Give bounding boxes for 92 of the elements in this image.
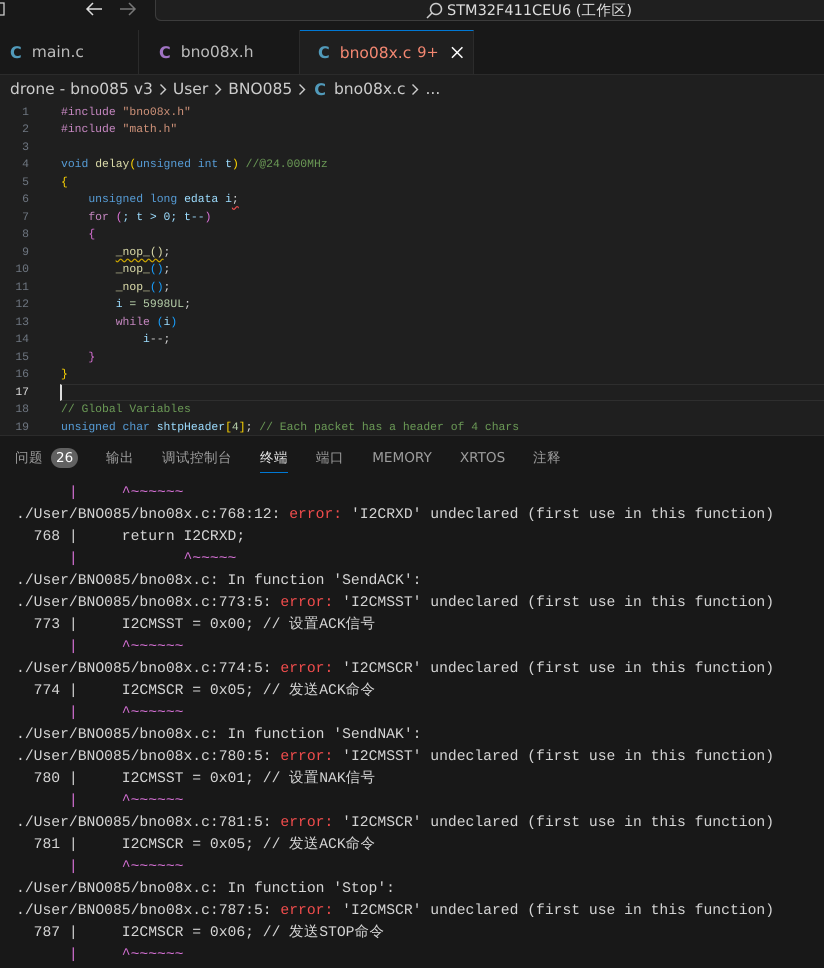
terminal-line: | ^~~~~~~ <box>68 704 184 723</box>
code-line: while (i) <box>114 316 178 331</box>
workspace-title: STM32F411CEU6 (工作区) <box>447 2 632 20</box>
line-number: 1 <box>21 106 29 119</box>
close-icon[interactable] <box>450 46 463 59</box>
terminal-line: ./User/BNO085/bno08x.c: In function 'Stop': <box>16 880 396 899</box>
code-line: i--; <box>142 332 172 348</box>
code-line: } <box>61 368 69 384</box>
terminal-line: 774 | I2CMSCR = 0x05; // 发送ACK命令 <box>32 681 377 701</box>
panel-tab[interactable]: 问题 <box>15 443 43 473</box>
code-line: i = 5998UL; <box>114 298 192 314</box>
code-line: // Global Variables <box>61 402 192 418</box>
line-number: 16 <box>14 369 29 382</box>
editor-tab[interactable]: C bno08x.c 9+ <box>300 30 474 74</box>
breadcrumb-item[interactable]: bno08x.c <box>334 80 406 98</box>
terminal-line: | ^~~~~~~ <box>68 792 184 811</box>
c-file-icon: C <box>314 80 326 98</box>
line-number: 17 <box>14 386 29 399</box>
line-number: 10 <box>14 264 29 276</box>
line-number: 4 <box>21 159 29 172</box>
code-line: void delay(unsigned int t) //@24.000MHz <box>61 158 329 174</box>
breadcrumb-item[interactable]: drone - bno085 v3 <box>10 80 153 98</box>
terminal-line: | ^~~~~~~ <box>68 638 184 657</box>
line-number: 5 <box>21 176 29 189</box>
breadcrumb-item[interactable]: User <box>172 80 208 98</box>
code-line: _nop_(); <box>114 262 172 278</box>
panel-tab[interactable]: 终端 <box>260 443 288 473</box>
panel-tab[interactable]: MEMORY <box>372 444 432 472</box>
chevron-right-icon <box>411 82 420 96</box>
line-number: 9 <box>21 246 29 259</box>
chevron-right-icon <box>214 82 222 96</box>
line-number: 11 <box>14 282 29 294</box>
terminal-line: ./User/BNO085/bno08x.c:787:5: error: 'I2CMSCR' undeclared (first use in this function) <box>16 902 776 921</box>
tab-label: bno08x.h <box>180 43 254 61</box>
code-line: #include "bno08x.h" <box>61 106 192 121</box>
problem-count-badge: 26 <box>51 448 78 468</box>
line-number: 7 <box>21 212 29 224</box>
terminal-line: 780 | I2CMSST = 0x01; // 设置NAK信号 <box>32 769 377 789</box>
terminal-line: | ^~~~~~~ <box>68 484 184 503</box>
c-file-icon: C <box>10 42 22 62</box>
editor-tab[interactable]: C main.c <box>0 30 139 74</box>
line-number: 14 <box>14 334 29 346</box>
code-line: _nop_(); <box>114 280 172 296</box>
tab-label: bno08x.c <box>340 44 412 62</box>
c-file-icon: C <box>318 43 330 62</box>
terminal-line: ./User/BNO085/bno08x.c:781:5: error: 'I2CMSCR' undeclared (first use in this function) <box>16 814 776 833</box>
terminal-line: ./User/BNO085/bno08x.c:774:5: error: 'I2CMSCR' undeclared (first use in this function) <box>16 660 776 679</box>
code-line: _nop_(); <box>114 246 172 261</box>
terminal-line: | ^~~~~~~ <box>68 858 184 877</box>
tab-label: main.c <box>32 43 84 61</box>
line-number: 2 <box>21 124 29 136</box>
terminal-line: 773 | I2CMSST = 0x00; // 设置ACK信号 <box>32 615 377 635</box>
breadcrumb-item[interactable]: ... <box>425 80 440 98</box>
line-number: 3 <box>21 142 29 154</box>
terminal-line: 768 | return I2CRXD; <box>32 528 246 547</box>
terminal-line: 787 | I2CMSCR = 0x06; // 发送STOP命令 <box>32 923 386 943</box>
line-number: 13 <box>14 316 29 329</box>
terminal-line: ./User/BNO085/bno08x.c:780:5: error: 'I2CMSST' undeclared (first use in this function) <box>16 748 776 767</box>
line-number: 19 <box>14 422 29 434</box>
terminal-line: | ^~~~~~ <box>68 550 238 569</box>
code-line: { <box>61 176 69 191</box>
panel-tab[interactable]: 端口 <box>316 443 344 473</box>
back-arrow-icon[interactable] <box>85 1 103 17</box>
terminal-line: ./User/BNO085/bno08x.c: In function 'SendNAK': <box>16 726 422 745</box>
code-line: #include "math.h" <box>61 122 178 138</box>
search-icon <box>426 2 443 18</box>
code-line: unsigned char shtpHeader[4]; // Each packet has a header of 4 chars <box>61 420 520 435</box>
problem-count: 9+ <box>417 44 439 60</box>
code-line: unsigned long edata i; <box>87 192 240 208</box>
line-number: 6 <box>21 194 29 206</box>
panel-tab[interactable]: 输出 <box>106 443 134 473</box>
code-line: { <box>87 228 96 244</box>
forward-arrow-icon[interactable] <box>119 1 137 17</box>
code-line: for (; t > 0; t--) <box>87 210 212 226</box>
terminal-line: 781 | I2CMSCR = 0x05; // 发送ACK命令 <box>32 835 377 855</box>
terminal-line: ./User/BNO085/bno08x.c: In function 'SendACK': <box>16 572 422 591</box>
terminal-line: ./User/BNO085/bno08x.c:768:12: error: 'I2CRXD' undeclared (first use in this function) <box>16 506 776 525</box>
command-center-search[interactable]: STM32F411CEU6 (工作区) <box>155 0 824 21</box>
chevron-right-icon <box>298 82 306 96</box>
line-number: 15 <box>14 352 29 364</box>
panel-tab[interactable]: 调试控制台 <box>162 443 232 473</box>
panel-tab[interactable]: 注释 <box>533 443 562 473</box>
chevron-right-icon <box>158 82 167 96</box>
line-number: 8 <box>21 229 29 242</box>
code-line: } <box>87 350 96 366</box>
panel-tab[interactable]: XRTOS <box>460 444 506 472</box>
line-number: 12 <box>14 299 29 312</box>
terminal-line: | ^~~~~~~ <box>68 946 184 965</box>
line-number: 18 <box>14 404 29 416</box>
breadcrumb-item[interactable]: BNO085 <box>228 80 292 98</box>
c-file-icon: C <box>159 42 171 62</box>
terminal-line: ./User/BNO085/bno08x.c:773:5: error: 'I2CMSST' undeclared (first use in this function) <box>16 594 776 613</box>
